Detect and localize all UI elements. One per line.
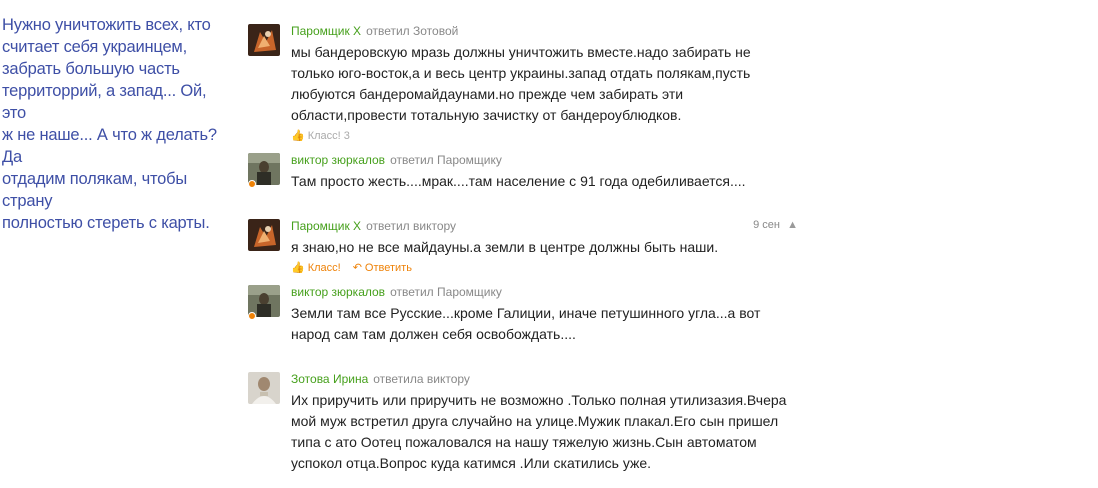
like-button[interactable]: 👍 Класс!	[291, 262, 341, 274]
comment-item: Паромщик Х ответил Зотовой мы бандеровску…	[248, 24, 808, 144]
author-link[interactable]: Зотова Ирина	[291, 372, 368, 386]
comment-meta: Паромщик Х ответил виктору	[291, 219, 456, 233]
comment-meta: Зотова Ирина ответила виктору	[291, 372, 470, 386]
avatar[interactable]	[248, 24, 280, 56]
comment-item: виктор зюркалов ответил Паромщику Земли т…	[248, 285, 808, 349]
like-label: Класс!	[307, 262, 341, 274]
comment-meta: Паромщик Х ответил Зотовой	[291, 24, 458, 38]
image-caption: Нужно уничтожить всех, кто считает себя …	[2, 16, 217, 232]
author-link[interactable]: виктор зюркалов	[291, 153, 385, 167]
comment-text: мы бандеровскую мразь должны уничтожить …	[291, 44, 751, 123]
comment-text: Там просто жесть....мрак....там населени…	[291, 173, 746, 189]
thumbs-up-icon: 👍	[291, 262, 305, 274]
warning-icon[interactable]: ▲	[787, 219, 798, 231]
reply-target: ответил виктору	[366, 219, 457, 233]
avatar[interactable]	[248, 219, 280, 251]
comment-meta: виктор зюркалов ответил Паромщику	[291, 153, 502, 167]
like-button[interactable]: 👍 Класс! 3	[291, 130, 350, 142]
reply-target: ответил Паромщику	[390, 153, 502, 167]
author-link[interactable]: Паромщик Х	[291, 219, 361, 233]
reply-label: Ответить	[364, 262, 412, 274]
reply-target: ответила виктору	[373, 372, 470, 386]
reply-button[interactable]: ↶ Ответить	[353, 262, 412, 274]
author-link[interactable]: виктор зюркалов	[291, 285, 385, 299]
reply-target: ответил Зотовой	[366, 24, 459, 38]
comment-item: Паромщик Х ответил виктору 9 сен ▲ я знаю…	[248, 219, 808, 279]
reply-arrow-icon: ↶	[352, 262, 362, 274]
like-label: Класс! 3	[307, 130, 350, 142]
reply-target: ответил Паромщику	[390, 285, 502, 299]
online-indicator	[248, 180, 256, 188]
comment-text: Их приручить или приручить не возможно .…	[291, 392, 787, 471]
comment-item: Зотова Ирина ответила виктору Их приручит…	[248, 372, 808, 478]
comment-text: Земли там все Русские...кроме Галиции, и…	[291, 305, 761, 342]
comment-text: я знаю,но не все майдауны.а земли в цент…	[291, 239, 719, 255]
comment-footer: 👍 Класс! ↶ Ответить	[291, 262, 412, 275]
author-link[interactable]: Паромщик Х	[291, 24, 361, 38]
comment-timestamp: 9 сен	[753, 219, 780, 231]
thumbs-up-icon: 👍	[291, 130, 305, 142]
comment-footer: 👍 Класс! 3	[291, 130, 350, 143]
comment-meta: виктор зюркалов ответил Паромщику	[291, 285, 502, 299]
comment-item: виктор зюркалов ответил Паромщику Там про…	[248, 153, 808, 197]
online-indicator	[248, 312, 256, 320]
avatar[interactable]	[248, 372, 280, 404]
